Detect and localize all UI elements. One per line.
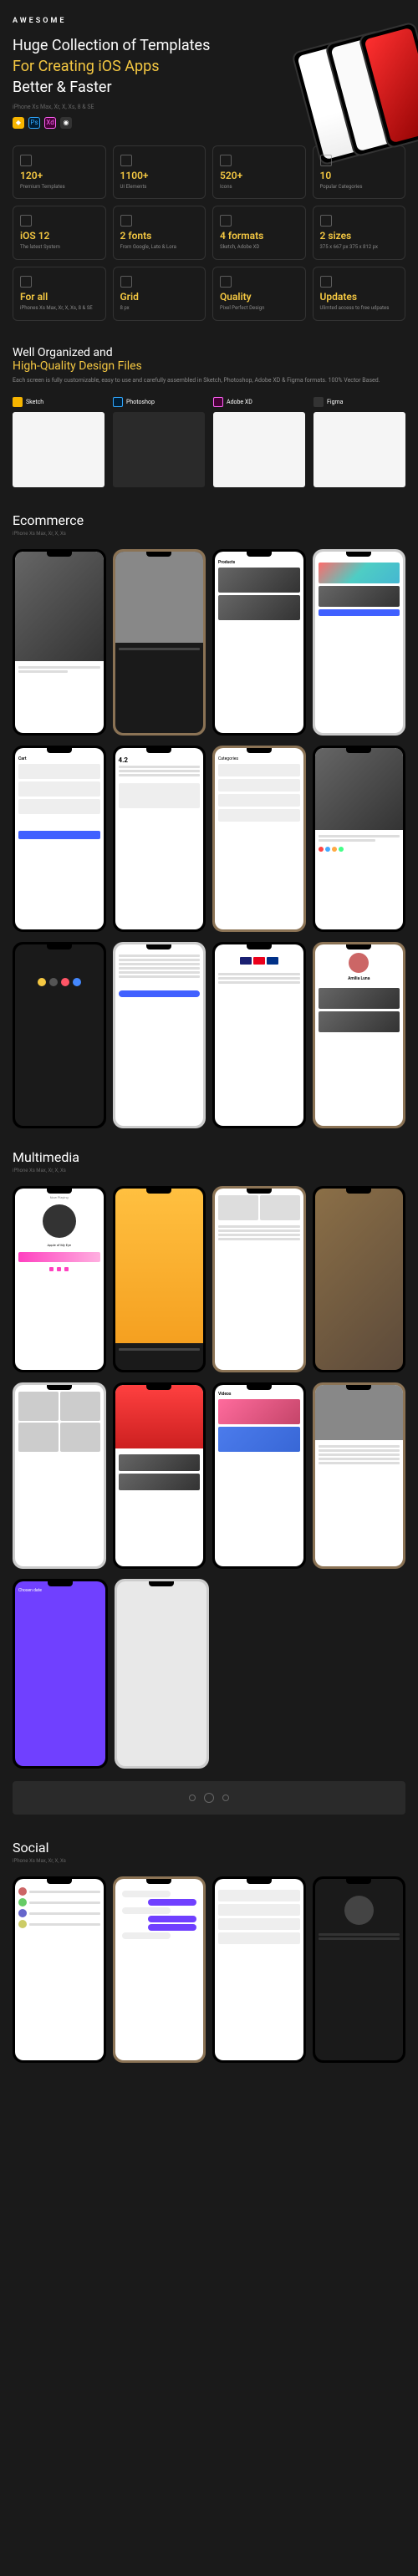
phone-mockup xyxy=(212,1876,306,2063)
phone-mockup: Videos xyxy=(212,1382,306,1569)
phone-mockup: Categories xyxy=(212,746,306,932)
feature-icon xyxy=(20,276,30,286)
xd-preview xyxy=(213,412,305,487)
ecommerce-row-2: Cart 4.2 Categories xyxy=(13,746,405,932)
phone-mockup xyxy=(113,549,206,736)
social-subtitle: iPhone Xs Max, Xr, X, Xs xyxy=(13,1858,405,1864)
phone-mockup xyxy=(113,1186,206,1372)
figma-icon: ◉ xyxy=(60,117,72,129)
feature-icon xyxy=(20,155,30,165)
file-col-sketch: Sketch xyxy=(13,395,104,487)
hero-line2: For Creating iOS Apps xyxy=(13,58,160,75)
phone-mockup xyxy=(313,1382,406,1569)
brand-logo: AWESOME xyxy=(13,17,405,25)
file-col-xd: Adobe XD xyxy=(213,395,305,487)
multimedia-subtitle: iPhone Xs Max, Xr, X, Xs xyxy=(13,1168,405,1173)
feature-icon xyxy=(120,215,130,225)
file-col-figma: Figma xyxy=(314,395,405,487)
social-row-1 xyxy=(13,1876,405,2063)
hero-section: Huge Collection of Templates For Creatin… xyxy=(13,35,405,129)
figma-preview xyxy=(314,412,405,487)
prev-icon xyxy=(189,1795,196,1801)
multimedia-row-3: Chosen date xyxy=(13,1579,209,1769)
hero-line3: Better & Faster xyxy=(13,79,112,96)
feature-card: 4 formatsSketch, Adobe XD xyxy=(212,206,306,260)
ecommerce-row-3: Amilia Luna xyxy=(13,942,405,1128)
feature-card: iOS 12The latest System xyxy=(13,206,106,260)
feature-icon xyxy=(120,155,130,165)
feature-card: 1100+UI Elements xyxy=(113,145,206,200)
ecommerce-title: Ecommerce xyxy=(13,512,405,528)
feature-card: 120+Premium Templates xyxy=(13,145,106,200)
play-icon xyxy=(204,1793,214,1803)
feature-card: QualityPixel Perfect Design xyxy=(212,267,306,321)
feature-icon xyxy=(120,276,130,286)
phone-mockup xyxy=(313,1876,406,2063)
organized-desc: Each screen is fully customizable, easy … xyxy=(13,376,405,385)
feature-card: 2 sizes375 x 667 px 375 x 812 px xyxy=(313,206,406,260)
sketch-icon xyxy=(13,397,23,407)
feature-card: UpdatesUlimted access to free udpates xyxy=(313,267,406,321)
organized-title: Well Organized and High-Quality Design F… xyxy=(13,346,405,373)
phone-mockup: Cart xyxy=(13,746,106,932)
feature-icon xyxy=(320,155,330,165)
social-title: Social xyxy=(13,1840,405,1856)
phone-mockup: Amilia Luna xyxy=(313,942,406,1128)
audio-player-bar xyxy=(13,1781,405,1815)
phone-mockup xyxy=(313,549,406,736)
hero-line1: Huge Collection of Templates xyxy=(13,37,210,54)
file-formats-row: Sketch Photoshop Adobe XD Figma xyxy=(13,395,405,487)
feature-icon xyxy=(20,215,30,225)
phone-mockup xyxy=(13,1876,106,2063)
phone-mockup xyxy=(13,1382,106,1569)
phone-mockup xyxy=(313,746,406,932)
phone-mockup xyxy=(212,1186,306,1372)
phone-mockup xyxy=(313,1186,406,1372)
photoshop-icon: Ps xyxy=(28,117,40,129)
next-icon xyxy=(222,1795,229,1801)
phone-mockup: Chosen date xyxy=(13,1579,108,1769)
multimedia-row-2: Videos xyxy=(13,1382,405,1569)
phone-mockup xyxy=(13,942,106,1128)
phone-mockup: 4.2 xyxy=(113,746,206,932)
phone-mockup: Now PlayingApple of My Eye xyxy=(13,1186,106,1372)
sketch-preview xyxy=(13,412,104,487)
xd-icon: Xd xyxy=(44,117,56,129)
phone-mockup xyxy=(113,942,206,1128)
feature-card: For alliPhones Xs Max, Xr, X, Xs, 8 & SE xyxy=(13,267,106,321)
phone-mockup xyxy=(115,1579,210,1769)
feature-card: Grid8 px xyxy=(113,267,206,321)
figma-icon xyxy=(314,397,324,407)
feature-icon xyxy=(320,276,330,286)
ecommerce-row-1: Products xyxy=(13,549,405,736)
phone-mockup: Products xyxy=(212,549,306,736)
sketch-icon: ◆ xyxy=(13,117,24,129)
phone-mockup xyxy=(113,1876,206,2063)
multimedia-title: Multimedia xyxy=(13,1149,405,1165)
xd-icon xyxy=(213,397,223,407)
feature-card: 2 fontsFrom Google, Lato & Lora xyxy=(113,206,206,260)
feature-icon xyxy=(220,276,230,286)
photoshop-preview xyxy=(113,412,205,487)
feature-icon xyxy=(220,155,230,165)
file-col-photoshop: Photoshop xyxy=(113,395,205,487)
photoshop-icon xyxy=(113,397,123,407)
phone-mockup xyxy=(113,1382,206,1569)
phone-mockup xyxy=(13,549,106,736)
ecommerce-subtitle: iPhone Xs Max, Xr, X, Xs xyxy=(13,531,405,537)
feature-icon xyxy=(220,215,230,225)
multimedia-row-1: Now PlayingApple of My Eye xyxy=(13,1186,405,1372)
phone-mockup xyxy=(212,942,306,1128)
feature-icon xyxy=(320,215,330,225)
